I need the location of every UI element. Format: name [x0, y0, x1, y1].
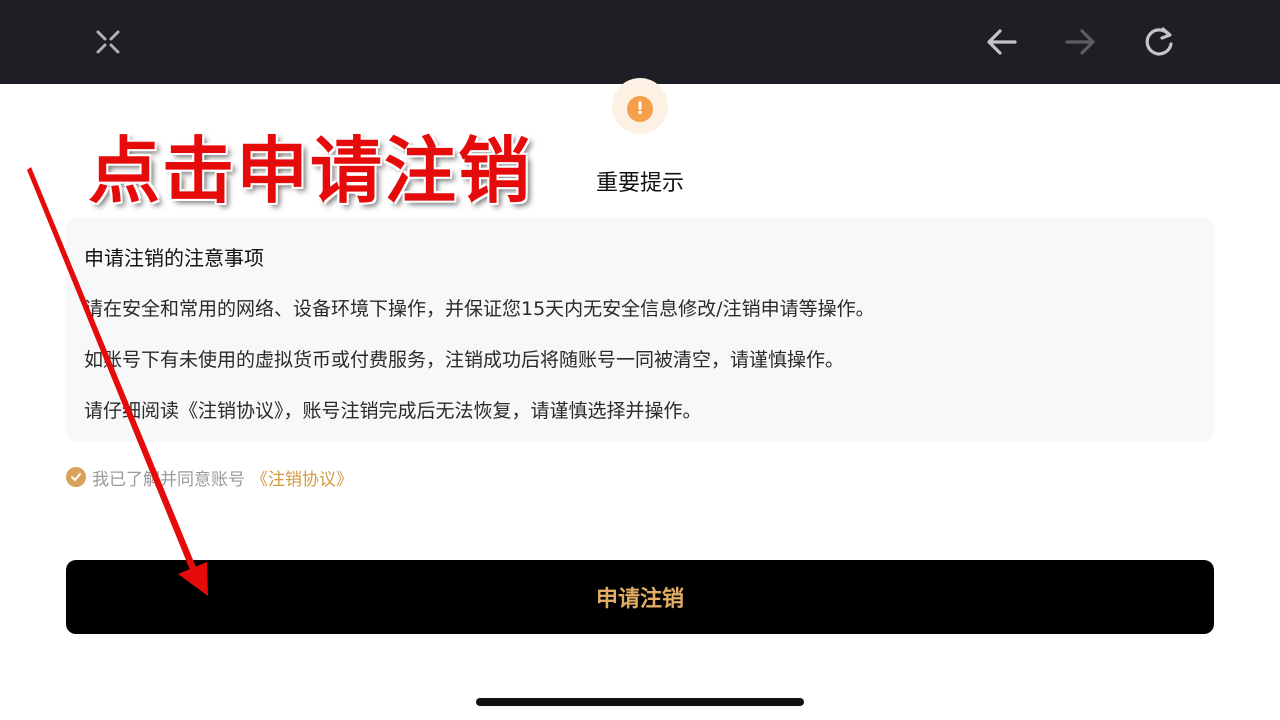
notice-item: 如账号下有未使用的虚拟货币或付费服务，注销成功后将随账号一同被清空，请谨慎操作。 [84, 349, 845, 371]
arrow-right-icon [1065, 29, 1095, 55]
annotation-overlay-text: 点击申请注销 [88, 128, 533, 213]
refresh-button[interactable] [1137, 20, 1181, 64]
home-indicator [476, 698, 804, 706]
warning-icon: ! [627, 96, 653, 122]
agreement-text: 我已了解并同意账号 [92, 469, 245, 490]
notice-card: 申请注销的注意事项 请在安全和常用的网络、设备环境下操作，并保证您15天内无安全… [66, 218, 1214, 442]
notice-item: 请仔细阅读《注销协议》，账号注销完成后无法恢复，请谨慎选择并操作。 [84, 400, 702, 422]
browser-toolbar [0, 0, 1280, 84]
back-button[interactable] [980, 20, 1024, 64]
close-button[interactable] [86, 20, 130, 64]
deletion-agreement-link[interactable]: 《注销协议》 [251, 465, 353, 490]
forward-button[interactable] [1058, 20, 1102, 64]
checkmark-icon [71, 473, 81, 481]
agreement-row: 我已了解并同意账号 《注销协议》 [66, 465, 353, 490]
warning-badge: ! [612, 78, 668, 134]
agree-checkbox[interactable] [66, 467, 86, 487]
notice-heading: 申请注销的注意事项 [84, 246, 264, 270]
arrow-left-icon [987, 29, 1017, 55]
account-deletion-page: ! 重要提示 申请注销的注意事项 请在安全和常用的网络、设备环境下操作，并保证您… [0, 0, 1280, 720]
notice-item: 请在安全和常用的网络、设备环境下操作，并保证您15天内无安全信息修改/注销申请等… [84, 298, 875, 320]
close-x-icon [96, 30, 120, 54]
apply-deletion-button[interactable]: 申请注销 [66, 560, 1214, 634]
refresh-icon [1145, 27, 1173, 56]
